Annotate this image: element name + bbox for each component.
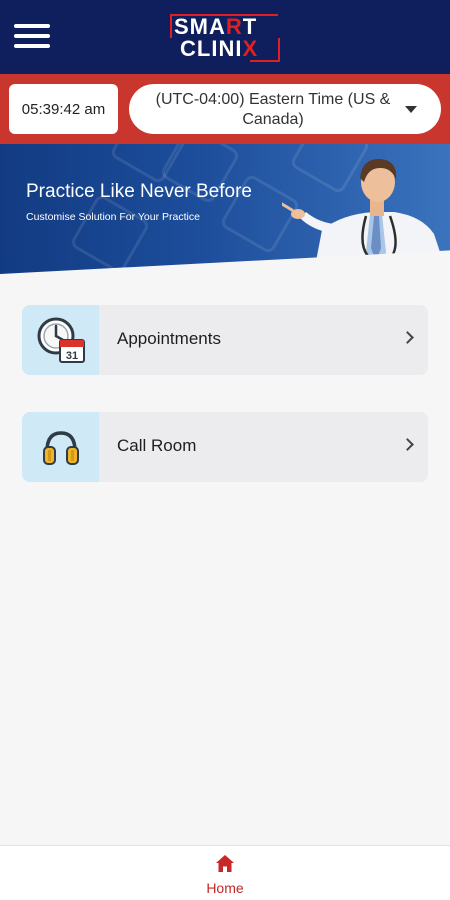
appointments-label: Appointments — [117, 329, 221, 348]
home-icon — [216, 855, 234, 872]
smart-clinix-logo: SMART CLINIX — [170, 14, 280, 62]
timezone-value: (UTC-04:00) Eastern Time (US & Canada) — [155, 91, 391, 128]
calendar-clock-icon: 31 — [37, 317, 85, 363]
nav-home[interactable]: Home — [195, 852, 255, 898]
appointments-menu-item[interactable]: 31 Appointments — [22, 305, 428, 375]
home-label: Home — [206, 880, 244, 896]
time-bar: 05:39:42 am (UTC-04:00) Eastern Time (US… — [0, 74, 450, 144]
call-room-icon-box — [22, 412, 99, 482]
appointments-icon-box: 31 — [22, 305, 99, 375]
current-time-display: 05:39:42 am — [9, 84, 118, 134]
timezone-dropdown[interactable]: (UTC-04:00) Eastern Time (US & Canada) — [129, 84, 441, 134]
promo-banner: Practice Like Never Before Customise Sol… — [0, 144, 450, 282]
bottom-navigation: Home — [0, 845, 450, 900]
hamburger-menu-icon[interactable] — [14, 24, 50, 50]
banner-subtitle: Customise Solution For Your Practice — [26, 211, 200, 223]
headphones-icon — [42, 431, 79, 465]
app-header: SMART CLINIX — [0, 0, 450, 74]
chevron-right-icon — [401, 438, 414, 451]
call-room-menu-item[interactable]: Call Room — [22, 412, 428, 482]
svg-text:31: 31 — [65, 350, 77, 362]
call-room-label: Call Room — [117, 436, 197, 455]
dropdown-caret-icon — [405, 106, 417, 113]
chevron-right-icon — [401, 331, 414, 344]
banner-title: Practice Like Never Before — [26, 181, 252, 202]
